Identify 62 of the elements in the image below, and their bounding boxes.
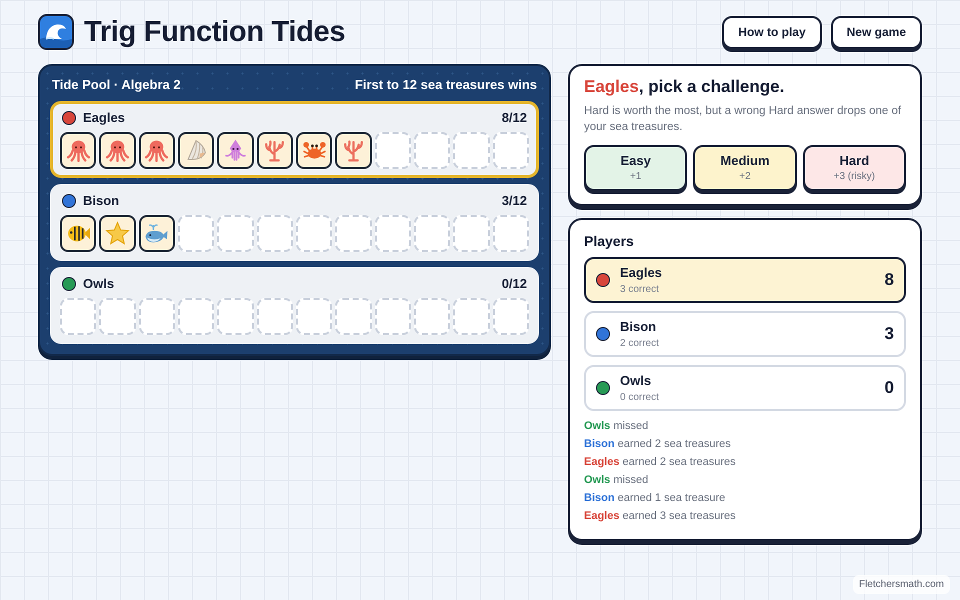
empty-slot xyxy=(217,298,254,335)
empty-slot xyxy=(374,215,411,252)
player-score: 8 xyxy=(884,269,894,292)
difficulty-button[interactable]: Medium +2 xyxy=(693,145,797,191)
empty-slot xyxy=(492,215,529,252)
empty-slot xyxy=(138,298,175,335)
player-name: Eagles xyxy=(620,264,662,280)
player-correct-count: 0 correct xyxy=(620,390,659,404)
board-title: Tide Pool · Algebra 2 xyxy=(52,76,181,94)
empty-slot xyxy=(256,298,293,335)
team-score: 3/12 xyxy=(502,192,527,210)
empty-slot xyxy=(453,132,490,169)
empty-slot xyxy=(374,298,411,335)
empty-slot xyxy=(453,215,490,252)
empty-slot xyxy=(335,215,372,252)
empty-slot xyxy=(296,298,332,335)
empty-slot xyxy=(335,298,372,335)
difficulty-button[interactable]: Hard +3 (risky) xyxy=(802,145,906,191)
team-name: Bison xyxy=(83,192,120,210)
octopus-icon xyxy=(66,138,91,163)
challenge-description: Hard is worth the most, but a wrong Hard answer drops one of your sea treasures. xyxy=(584,104,902,135)
empty-slot xyxy=(492,132,529,169)
octopus-icon xyxy=(104,138,130,163)
log-entry: Bison earned 2 sea treasures xyxy=(584,437,732,452)
empty-slot xyxy=(414,298,450,335)
star-icon xyxy=(104,221,130,246)
octopus-icon xyxy=(144,138,170,163)
challenge-heading: Eagles, pick a challenge. xyxy=(584,76,786,98)
site-credit-link[interactable]: Fletchersmath.com xyxy=(852,575,950,594)
player-score: 3 xyxy=(884,323,894,346)
player-name: Owls xyxy=(620,372,652,388)
team-score: 0/12 xyxy=(502,275,527,294)
player-correct-count: 3 correct xyxy=(620,282,660,296)
empty-slot xyxy=(99,298,136,335)
app-title: Trig Function Tides xyxy=(84,15,346,50)
players-heading: Players xyxy=(584,232,635,251)
empty-slot xyxy=(60,298,96,335)
log-entry: Owls missed xyxy=(584,419,650,434)
player-correct-count: 2 correct xyxy=(620,336,659,350)
empty-slot xyxy=(414,215,450,252)
empty-slot xyxy=(492,298,529,335)
wave-logo-icon xyxy=(38,14,74,50)
log-entry: Eagles earned 2 sea treasures xyxy=(584,455,737,470)
empty-slot xyxy=(414,132,450,169)
log-entry: Bison earned 1 sea treasure xyxy=(584,491,726,506)
team-name: Eagles xyxy=(83,109,125,128)
empty-slot xyxy=(178,298,214,335)
log-entry: Eagles earned 3 sea treasures xyxy=(584,509,737,524)
squid-icon xyxy=(222,138,248,163)
player-name: Bison xyxy=(620,318,658,334)
team-score: 8/12 xyxy=(502,109,527,128)
empty-slot xyxy=(178,215,214,252)
player-score: 0 xyxy=(884,377,894,400)
empty-slot xyxy=(374,132,411,169)
empty-slot xyxy=(296,215,332,252)
empty-slot xyxy=(256,215,293,252)
log-entry: Owls missed xyxy=(584,473,650,488)
team-name: Owls xyxy=(83,275,114,294)
board-goal: First to 12 sea treasures wins xyxy=(354,76,537,94)
difficulty-button[interactable]: Easy +1 xyxy=(584,145,688,191)
empty-slot xyxy=(453,298,490,335)
empty-slot xyxy=(217,215,254,252)
